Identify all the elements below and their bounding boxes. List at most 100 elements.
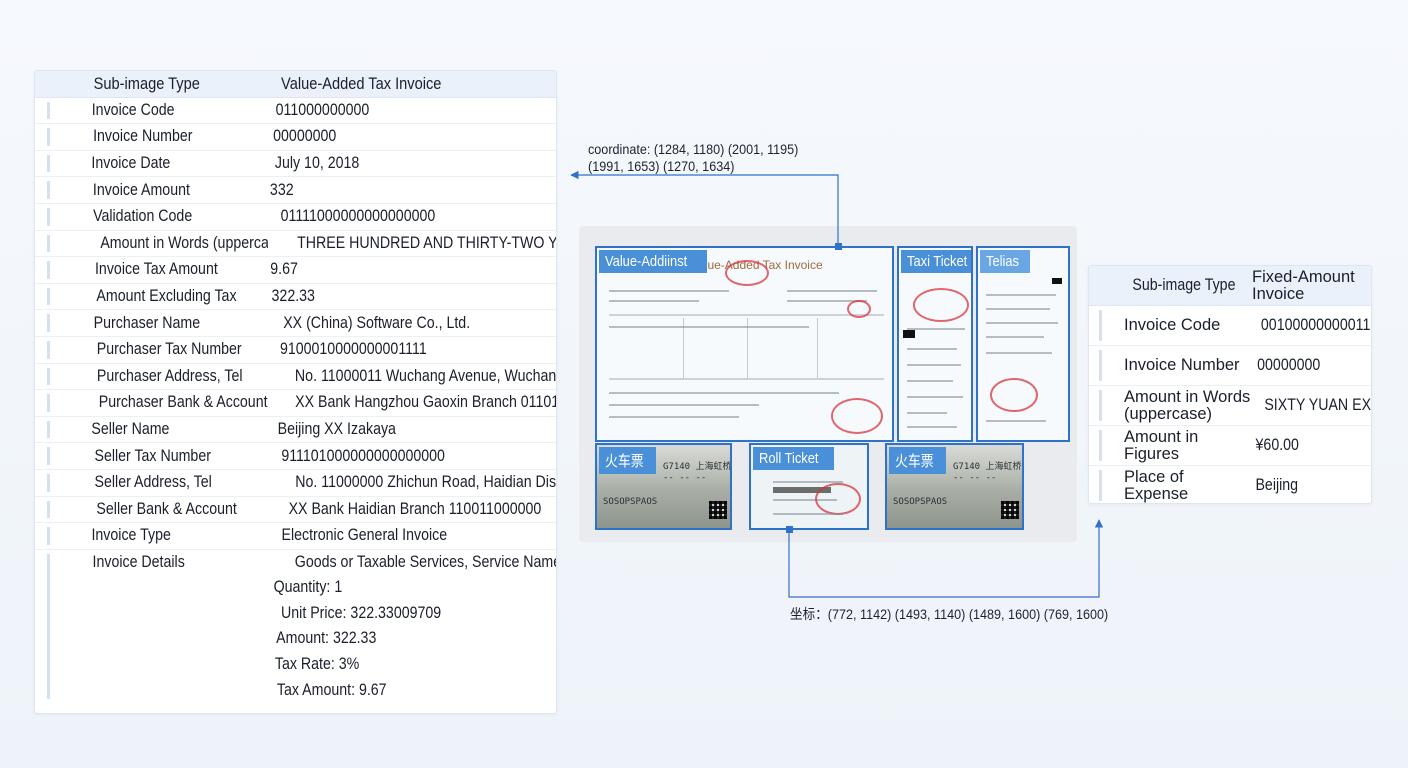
table-row: Validation Code 01111000000000000000 bbox=[35, 204, 556, 231]
row-marker bbox=[47, 181, 50, 199]
row-marker bbox=[47, 261, 50, 279]
row-value: 9100010000000001111 bbox=[279, 340, 427, 359]
taxi-ticket-subimage[interactable]: Taxi Ticket bbox=[897, 246, 973, 442]
table-header: Sub-image Type Fixed-Amount Invoice bbox=[1089, 266, 1371, 306]
qr-code bbox=[1001, 501, 1019, 519]
table-row: Purchaser Tax Number 9100010000000001111 bbox=[35, 337, 556, 364]
small-stamp bbox=[847, 300, 871, 318]
table-row: Purchaser Name XX (China) Software Co., L… bbox=[35, 310, 556, 337]
fixed-amount-invoice-label: Telias bbox=[980, 250, 1031, 273]
row-marker bbox=[1099, 350, 1102, 381]
table-row: Amount in Words (uppercase) THREE HUNDRED… bbox=[35, 231, 556, 258]
row-marker bbox=[1099, 430, 1102, 461]
row-marker bbox=[47, 420, 50, 439]
row-marker bbox=[47, 527, 50, 545]
table-row: Invoice Code 00100000000011 bbox=[1089, 306, 1371, 346]
train-ticket-label-1: 火车票 bbox=[599, 447, 657, 474]
detail-line: Tax Amount: 9.67 bbox=[276, 680, 387, 699]
table-row: Invoice Number 00000000 bbox=[35, 124, 556, 151]
row-key: Seller Name bbox=[91, 420, 170, 439]
table-row: Seller Address, Tel No. 11000000 Zhichun … bbox=[35, 470, 556, 497]
detail-line: Amount: 322.33 bbox=[276, 629, 377, 648]
fixed-invoice-stamp bbox=[990, 378, 1038, 412]
table-row: Amount in Words (uppercase) SIXTY YUAN EX… bbox=[1089, 386, 1371, 426]
row-value: 322.33 bbox=[271, 287, 315, 306]
row-value: Electronic General Invoice bbox=[281, 526, 448, 545]
table-row-invoice-details: Invoice Details Goods or Taxable Service… bbox=[35, 550, 556, 704]
row-value: XX Bank Haidian Branch 110011000000 bbox=[288, 499, 542, 518]
bottom-coordinate-note: 坐标：(772, 1142) (1493, 1140) (1489, 1600)… bbox=[790, 606, 1109, 622]
row-key: Purchaser Tax Number bbox=[96, 340, 242, 359]
row-marker bbox=[47, 128, 50, 146]
row-value: 332 bbox=[269, 180, 294, 199]
row-key: Invoice Details bbox=[92, 552, 185, 571]
header-value: Value-Added Tax Invoice bbox=[281, 73, 442, 93]
row-value: 011000000000 bbox=[275, 100, 370, 119]
row-marker bbox=[47, 154, 50, 173]
row-marker bbox=[47, 207, 50, 226]
header-value: Fixed-Amount Invoice bbox=[1252, 268, 1355, 303]
fixed-amount-invoice-fields-table: Sub-image Type Fixed-Amount Invoice Invo… bbox=[1088, 265, 1372, 506]
row-marker bbox=[1099, 470, 1102, 501]
train-ticket-subimage-1[interactable]: G7140 上海虹桥 -- -- -- SOSOPSPAOS 火车票 bbox=[595, 443, 732, 530]
table-row: Invoice Tax Amount 9.67 bbox=[35, 257, 556, 284]
row-value: July 10, 2018 bbox=[274, 154, 360, 173]
table-row: Invoice Date July 10, 2018 bbox=[35, 151, 556, 178]
row-key: Amount Excluding Tax bbox=[96, 287, 237, 306]
top-stamp bbox=[725, 260, 769, 286]
roll-ticket-stamp bbox=[815, 483, 861, 515]
table-body: Invoice Code 00100000000011 Invoice Number… bbox=[1089, 306, 1371, 506]
row-value: 01111000000000000000 bbox=[280, 207, 436, 226]
roll-ticket-subimage[interactable]: Roll Ticket bbox=[749, 443, 869, 530]
row-value: 911101000000000000000 bbox=[281, 446, 445, 465]
row-key: Seller Address, Tel bbox=[94, 473, 212, 492]
row-marker bbox=[47, 473, 50, 492]
table-row: Invoice Number 00000000 bbox=[1089, 346, 1371, 386]
table-row: Invoice Amount 332 bbox=[35, 177, 556, 204]
row-value: No. 11000000 Zhichun Road, Haidian Distr… bbox=[295, 473, 556, 492]
row-key: Amount in Words (uppercase) bbox=[1124, 388, 1251, 423]
train-ticket-subimage-2[interactable]: G7140 上海虹桥 -- -- -- SOSOPSPAOS 火车票 bbox=[885, 443, 1024, 530]
table-row: Purchaser Bank & Account XX Bank Hangzhou… bbox=[35, 390, 556, 417]
row-marker bbox=[47, 367, 50, 386]
row-marker bbox=[47, 314, 50, 332]
table-row: Invoice Type Electronic General Invoice bbox=[35, 523, 556, 550]
row-value: Beijing XX Izakaya bbox=[277, 420, 396, 439]
header-key: Sub-image Type bbox=[93, 73, 200, 93]
row-key: Amount in Figures bbox=[1124, 428, 1199, 463]
fixed-amount-invoice-subimage[interactable]: Telias bbox=[976, 246, 1070, 442]
row-value: XX (China) Software Co., Ltd. bbox=[283, 313, 471, 332]
row-marker bbox=[47, 234, 50, 253]
row-value: 00100000000011 bbox=[1260, 317, 1371, 334]
detail-line: Quantity: 1 bbox=[273, 578, 343, 597]
row-key: Invoice Number bbox=[93, 127, 193, 146]
top-coordinate-note: coordinate: (1284, 1180) (2001, 1195) (1… bbox=[588, 141, 799, 174]
row-value: 00000000 bbox=[1257, 357, 1321, 374]
qr-code bbox=[709, 501, 727, 519]
row-value: SIXTY YUAN EXACTLY bbox=[1264, 397, 1371, 414]
row-key: Purchaser Bank & Account bbox=[98, 393, 268, 412]
row-marker bbox=[47, 287, 50, 306]
row-key: Invoice Date bbox=[91, 154, 171, 173]
row-value: 00000000 bbox=[273, 127, 337, 146]
row-key: Purchaser Address, Tel bbox=[96, 366, 243, 385]
vat-invoice-subimage[interactable]: Value-Added Tax Invoice Value-Addiinst bbox=[595, 246, 894, 442]
row-value: XX Bank Hangzhou Gaoxin Branch 011010101… bbox=[295, 393, 556, 412]
seller-stamp bbox=[831, 398, 883, 434]
row-key: Invoice Code bbox=[91, 100, 175, 119]
row-marker bbox=[1099, 310, 1102, 341]
source-image-panel: Value-Added Tax Invoice Value-Addiinst T… bbox=[579, 226, 1077, 542]
vat-invoice-fields-table: Sub-image Type Value-Added Tax Invoice I… bbox=[34, 70, 557, 714]
row-marker bbox=[47, 340, 50, 359]
row-value: 9.67 bbox=[270, 260, 298, 279]
taxi-stamp bbox=[913, 288, 969, 322]
detail-line: Unit Price: 322.33009709 bbox=[281, 603, 442, 622]
detail-line: Tax Rate: 3% bbox=[274, 655, 360, 674]
row-marker bbox=[47, 500, 50, 519]
roll-ticket-label: Roll Ticket bbox=[753, 447, 835, 470]
header-key: Sub-image Type bbox=[1132, 277, 1236, 294]
vat-invoice-label: Value-Addiinst bbox=[599, 250, 707, 273]
row-value-lines: Goods or Taxable Services, Service Name:… bbox=[268, 550, 556, 704]
table-body: Invoice Code 011000000000 Invoice Number 00… bbox=[35, 98, 556, 550]
row-marker bbox=[47, 101, 50, 120]
